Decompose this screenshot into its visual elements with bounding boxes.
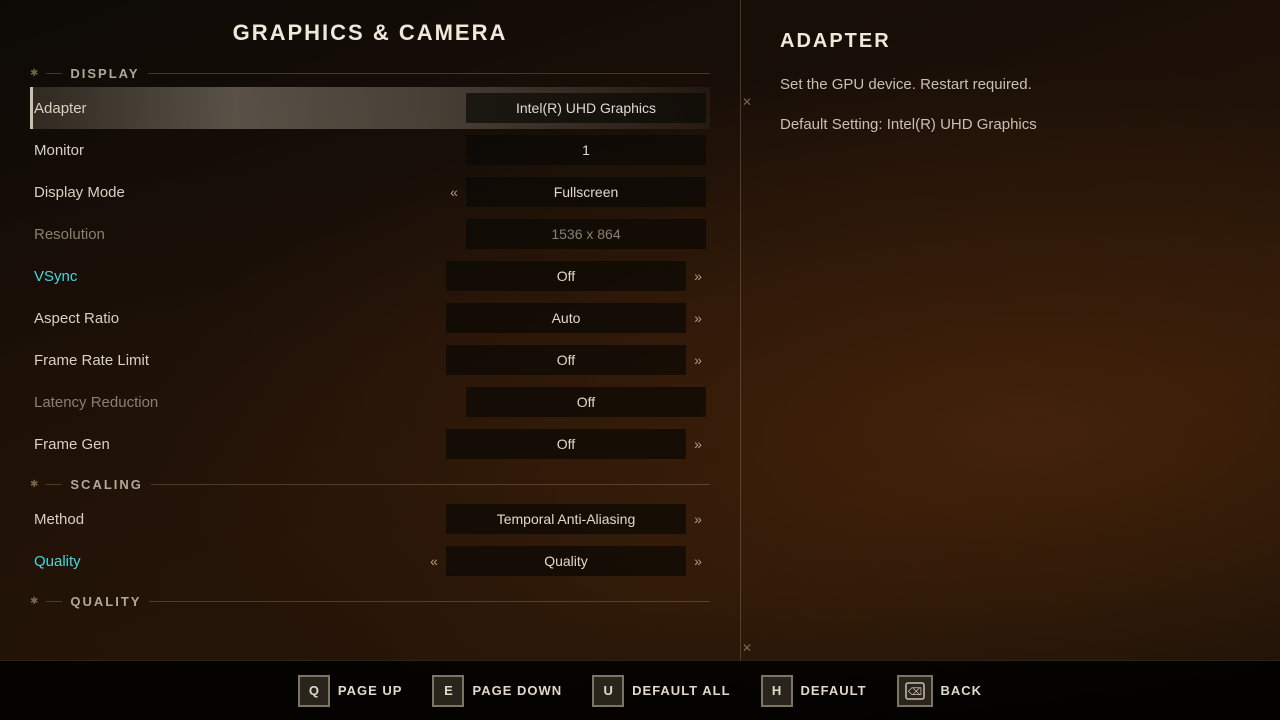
scaling-label: SCALING xyxy=(70,477,143,492)
frame-gen-value: Off xyxy=(446,429,686,459)
monitor-label: Monitor xyxy=(34,142,466,159)
scaling-line-right xyxy=(151,484,710,485)
page-down-key: E xyxy=(432,675,464,707)
resolution-label: Resolution xyxy=(34,226,466,243)
page-up-key: Q xyxy=(298,675,330,707)
scaling-settings-list: Method Temporal Anti-Aliasing » Quality … xyxy=(30,498,710,582)
vsync-row[interactable]: VSync Off » xyxy=(30,255,710,297)
back-label: BACK xyxy=(941,683,983,698)
quality-line-left xyxy=(46,601,62,602)
display-mode-row[interactable]: Display Mode « Fullscreen xyxy=(30,171,710,213)
right-panel-default: Default Setting: Intel(R) UHD Graphics xyxy=(780,113,1240,137)
display-mode-label: Display Mode xyxy=(34,184,446,201)
display-mode-arrow-left[interactable]: « xyxy=(446,184,462,200)
aspect-ratio-arrow-right[interactable]: » xyxy=(690,310,706,326)
monitor-value-container: 1 xyxy=(466,135,706,165)
page-up-action[interactable]: Q PAGE UP xyxy=(298,675,403,707)
frame-rate-limit-value-container: Off » xyxy=(446,345,706,375)
frame-gen-label: Frame Gen xyxy=(34,436,446,453)
method-value: Temporal Anti-Aliasing xyxy=(446,504,686,534)
display-mode-value: Fullscreen xyxy=(466,177,706,207)
adapter-value-container: Intel(R) UHD Graphics xyxy=(466,93,706,123)
aspect-ratio-value: Auto xyxy=(446,303,686,333)
method-value-container: Temporal Anti-Aliasing » xyxy=(446,504,706,534)
bottom-bar: Q PAGE UP E PAGE DOWN U DEFAULT ALL H DE… xyxy=(0,660,1280,720)
page-up-label: PAGE UP xyxy=(338,683,403,698)
display-settings-list: Adapter Intel(R) UHD Graphics Monitor 1 … xyxy=(30,87,710,465)
quality-star: ✱ xyxy=(30,596,38,607)
page-down-action[interactable]: E PAGE DOWN xyxy=(432,675,562,707)
frame-rate-limit-value: Off xyxy=(446,345,686,375)
page-title: GRAPHICS & CAMERA xyxy=(30,20,710,46)
method-arrow-right[interactable]: » xyxy=(690,511,706,527)
quality-value-container: « Quality » xyxy=(426,546,706,576)
back-action[interactable]: ⌫ BACK xyxy=(897,675,983,707)
method-label: Method xyxy=(34,511,446,528)
quality-section-header: ✱ QUALITY xyxy=(30,594,710,609)
vsync-arrow-right[interactable]: » xyxy=(690,268,706,284)
frame-rate-limit-label: Frame Rate Limit xyxy=(34,352,446,369)
resolution-value-container: 1536 x 864 xyxy=(466,219,706,249)
frame-gen-row[interactable]: Frame Gen Off » xyxy=(30,423,710,465)
scaling-line-left xyxy=(46,484,62,485)
right-panel-description: Set the GPU device. Restart required. xyxy=(780,73,1240,97)
scaling-section-header: ✱ SCALING xyxy=(30,477,710,492)
latency-reduction-value: Off xyxy=(466,387,706,417)
quality-label: Quality xyxy=(34,553,426,570)
display-label: DISPLAY xyxy=(70,66,139,81)
monitor-row[interactable]: Monitor 1 xyxy=(30,129,710,171)
display-star: ✱ xyxy=(30,68,38,79)
vsync-label: VSync xyxy=(34,268,446,285)
right-panel: ADAPTER Set the GPU device. Restart requ… xyxy=(780,30,1240,137)
frame-rate-limit-arrow-right[interactable]: » xyxy=(690,352,706,368)
display-line-left xyxy=(46,73,62,74)
scroll-top-indicator: ✕ xyxy=(742,95,1270,109)
monitor-value: 1 xyxy=(466,135,706,165)
quality-section-label: QUALITY xyxy=(70,594,141,609)
default-action[interactable]: H DEFAULT xyxy=(761,675,867,707)
quality-arrow-right[interactable]: » xyxy=(690,553,706,569)
quality-line-right xyxy=(149,601,710,602)
aspect-ratio-label: Aspect Ratio xyxy=(34,310,446,327)
default-label: DEFAULT xyxy=(801,683,867,698)
scaling-star: ✱ xyxy=(30,479,38,490)
page-down-label: PAGE DOWN xyxy=(472,683,562,698)
default-all-action[interactable]: U DEFAULT ALL xyxy=(592,675,730,707)
svg-text:⌫: ⌫ xyxy=(907,687,921,698)
display-mode-value-container: « Fullscreen xyxy=(446,177,706,207)
adapter-row[interactable]: Adapter Intel(R) UHD Graphics xyxy=(30,87,710,129)
method-row[interactable]: Method Temporal Anti-Aliasing » xyxy=(30,498,710,540)
display-line-right xyxy=(148,73,710,74)
display-section-header: ✱ DISPLAY xyxy=(30,66,710,81)
scroll-bottom-indicator: ✕ xyxy=(742,641,1270,655)
resolution-row: Resolution 1536 x 864 xyxy=(30,213,710,255)
default-all-key: U xyxy=(592,675,624,707)
vsync-value: Off xyxy=(446,261,686,291)
default-key: H xyxy=(761,675,793,707)
quality-value: Quality xyxy=(446,546,686,576)
latency-reduction-row: Latency Reduction Off xyxy=(30,381,710,423)
quality-arrow-left[interactable]: « xyxy=(426,553,442,569)
resolution-value: 1536 x 864 xyxy=(466,219,706,249)
adapter-value: Intel(R) UHD Graphics xyxy=(466,93,706,123)
default-all-label: DEFAULT ALL xyxy=(632,683,730,698)
back-key-icon: ⌫ xyxy=(897,675,933,707)
latency-reduction-label: Latency Reduction xyxy=(34,394,466,411)
quality-row[interactable]: Quality « Quality » xyxy=(30,540,710,582)
panel-divider xyxy=(740,0,741,660)
left-panel: GRAPHICS & CAMERA ✱ DISPLAY Adapter Inte… xyxy=(0,0,740,660)
aspect-ratio-row[interactable]: Aspect Ratio Auto » xyxy=(30,297,710,339)
frame-gen-arrow-right[interactable]: » xyxy=(690,436,706,452)
frame-rate-limit-row[interactable]: Frame Rate Limit Off » xyxy=(30,339,710,381)
frame-gen-value-container: Off » xyxy=(446,429,706,459)
aspect-ratio-value-container: Auto » xyxy=(446,303,706,333)
adapter-label: Adapter xyxy=(34,100,466,117)
latency-reduction-value-container: Off xyxy=(466,387,706,417)
vsync-value-container: Off » xyxy=(446,261,706,291)
right-panel-title: ADAPTER xyxy=(780,30,1240,53)
